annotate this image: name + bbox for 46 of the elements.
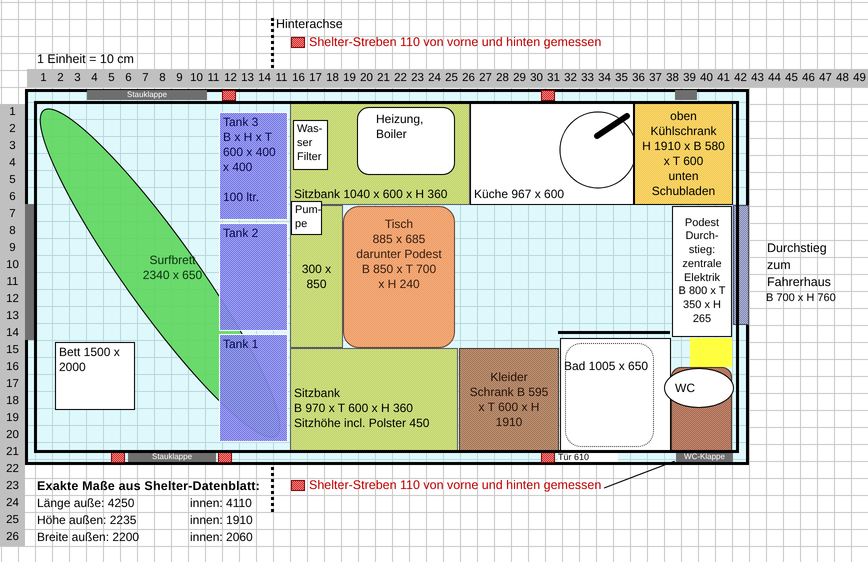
room-label: Küche 967 x 600	[474, 187, 564, 202]
flap-label: WC-Klappe	[676, 452, 733, 462]
room-label: Podest Durch- stieg: zentrale Elektrik B 800 x T 350 x H 265	[678, 216, 726, 326]
strut-marker	[111, 452, 125, 463]
passage-size: B 700 x H 760	[766, 292, 836, 304]
flap-label: Tür 610	[558, 452, 618, 462]
room-label: Was- ser Filter	[297, 123, 322, 164]
toilet-seat: WC	[664, 368, 734, 408]
flap-label: Stauklappe	[87, 90, 207, 100]
outer-dimension: Höhe außen: 2235	[37, 512, 138, 529]
datasheet-title: Exakte Maße aus Shelter-Datenblatt:	[37, 478, 260, 495]
room-label: Tisch 885 x 685 darunter Podest B 850 x T 700 x H 240	[356, 217, 442, 292]
room-label: Bad 1005 x 650	[564, 359, 648, 374]
strut-marker	[291, 480, 305, 491]
room-label: 300 x 850	[302, 262, 332, 292]
strut-marker	[541, 90, 555, 101]
axle-label: Hinterachse	[276, 17, 343, 31]
legend-text: Shelter-Streben 110 von vorne und hinten gemessen	[309, 35, 602, 49]
room-label: Tank 3 B x H x T 600 x 400 x 400 100 ltr.	[223, 115, 276, 205]
room-label: Bett 1500 x 2000	[59, 345, 120, 375]
strut-marker	[222, 90, 236, 101]
scale-note: 1 Einheit = 10 cm	[37, 52, 134, 66]
inner-dimension: innen: 2060	[190, 529, 253, 546]
strut-marker	[218, 452, 232, 463]
room-label: Tank 1	[223, 337, 258, 352]
outer-dimension: Breite außen: 2200	[37, 529, 140, 546]
column-ruler: 1 2 3 4 5 6 7 8 9 10 11 12 13 14 11 16 17 18 19 20 21 22 23 24 25 26 27 28 29 30 31 32 33 34 35 36 37 38 39 40 41 42 43 44 45 46 47 48 49	[27, 69, 868, 87]
legend-text: Shelter-Streben 110 von vorne und hinten gemessen	[309, 478, 602, 492]
inner-dimension: innen: 4110	[190, 495, 252, 512]
room-label: Sitzbank B 970 x T 600 x H 360 Sitzhöhe incl. Polster 450	[294, 386, 430, 430]
passage-label: Durchstieg zum Fahrerhaus	[767, 240, 831, 291]
strut-marker	[541, 452, 555, 463]
strut-marker	[291, 37, 305, 48]
inner-dimension: innen: 1910	[190, 512, 253, 529]
row-ruler: 1 2 3 4 5 6 7 8 9 10 11 12 13 14 15 16 17 18 19 20 21 22 23 24 25 26	[0, 104, 25, 546]
flap-marker	[675, 90, 697, 100]
shelf	[690, 338, 732, 367]
room-label: Sitzbank 1040 x 600 x H 360	[294, 187, 448, 202]
room-label: Heizung, Boiler	[376, 112, 424, 142]
flap-label: Stauklappe	[128, 452, 216, 462]
room-label: Pum- pe	[295, 204, 322, 232]
room-label: Tank 2	[223, 226, 258, 241]
outer-dimension: Länge auße: 4250	[37, 495, 136, 512]
room-label: oben Kühlschrank H 1910 x B 580 x T 600 unten Schubladen	[642, 108, 725, 198]
room-label: Kleider Schrank B 595 x T 600 x H 1910	[470, 370, 548, 430]
surfboard-label: Surfbrett 2340 x 650	[142, 253, 202, 283]
